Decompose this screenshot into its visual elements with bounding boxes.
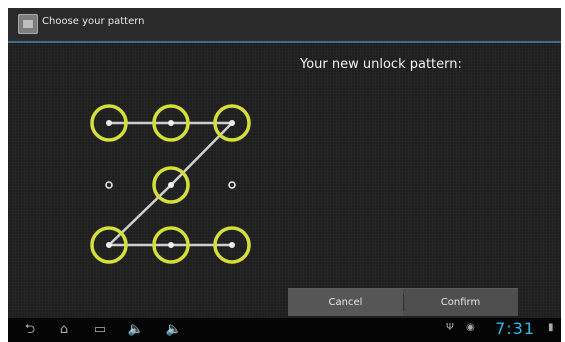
volume-down-icon[interactable]: 🔈− — [124, 320, 148, 340]
pattern-dot — [106, 242, 112, 248]
button-bar: Cancel Confirm — [288, 288, 518, 316]
pattern-dot — [229, 242, 235, 248]
screen: Choose your pattern Your new unlock patt… — [8, 8, 561, 342]
pattern-dot — [168, 242, 174, 248]
sync-icon: ◉ — [466, 322, 475, 333]
instruction-text: Your new unlock pattern: — [300, 57, 462, 72]
recent-apps-icon[interactable]: ▭ — [88, 320, 112, 340]
volume-up-icon[interactable]: 🔈+ — [162, 320, 186, 340]
pattern-dot — [168, 120, 174, 126]
pattern-dot — [228, 181, 236, 189]
pattern-dot — [168, 182, 174, 188]
pattern-dot — [229, 120, 235, 126]
confirm-button[interactable]: Confirm — [403, 289, 518, 316]
clock-time: 7:31 — [495, 319, 535, 338]
title-bar: Choose your pattern — [8, 8, 561, 43]
back-icon[interactable]: ⮌ — [18, 320, 42, 340]
usb-icon: Ψ — [446, 322, 454, 333]
system-navigation-bar: ⮌ ⌂ ▭ 🔈− 🔈+ Ψ ◉ 7:31 ▮ — [8, 318, 561, 342]
cancel-button[interactable]: Cancel — [288, 289, 403, 316]
home-icon[interactable]: ⌂ — [52, 320, 76, 340]
settings-app-icon — [18, 14, 38, 34]
pattern-grid[interactable] — [8, 43, 273, 287]
pattern-svg[interactable] — [8, 43, 273, 287]
page-title: Choose your pattern — [42, 16, 145, 27]
battery-icon: ▮ — [548, 322, 554, 333]
pattern-dot — [106, 120, 112, 126]
pattern-dot — [105, 181, 113, 189]
